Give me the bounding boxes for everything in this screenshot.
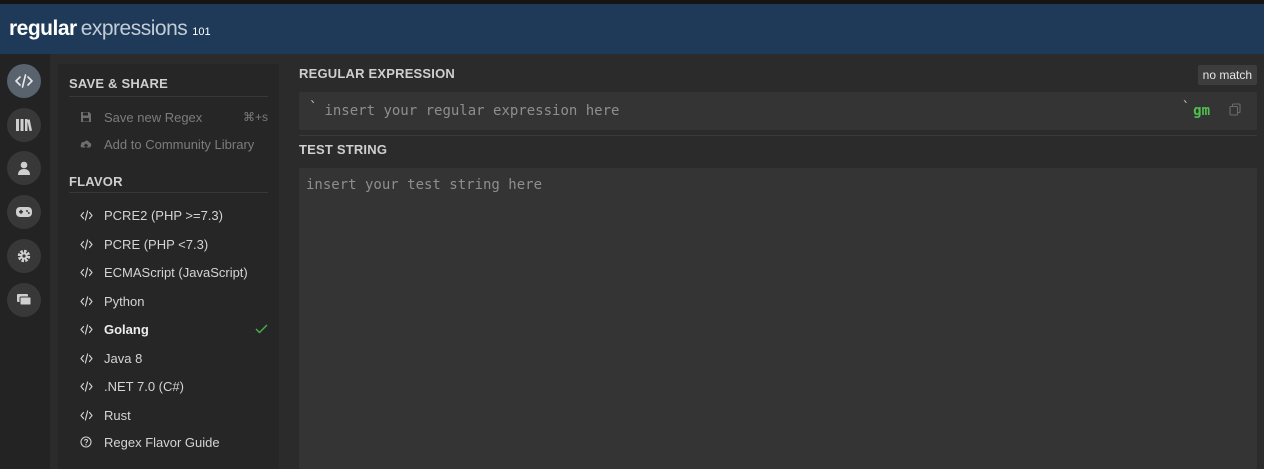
flavor-item-label: Java 8 (104, 350, 143, 366)
account-button[interactable] (7, 151, 41, 185)
save-shortcut: ⌘+s (242, 110, 268, 124)
save-share-title: SAVE & SHARE (69, 76, 168, 91)
gamepad-icon (15, 205, 33, 219)
regex-open-delimiter: ` (309, 100, 318, 116)
flavor-item-label: ECMAScript (JavaScript) (104, 264, 248, 280)
flavor-item-label: PCRE2 (PHP >=7.3) (104, 207, 223, 223)
chat-button[interactable] (7, 283, 41, 317)
check-icon (255, 322, 268, 337)
flavor-item[interactable]: PCRE2 (PHP >=7.3) (78, 204, 268, 226)
flavor-item[interactable]: Python (78, 290, 268, 312)
regex-flags-button[interactable]: gm (1193, 103, 1210, 119)
save-regex-button[interactable]: Save new Regex ⌘+s (78, 106, 268, 128)
add-to-community-button[interactable]: Add to Community Library (78, 133, 268, 155)
flavor-item[interactable]: Rust (78, 404, 268, 426)
top-bar: regular expressions 101 (0, 0, 1264, 54)
code-icon (78, 322, 94, 336)
flavor-item[interactable]: Golang (78, 318, 268, 340)
code-icon (78, 379, 94, 393)
flavor-title: FLAVOR (69, 174, 123, 189)
add-to-community-label: Add to Community Library (104, 136, 255, 152)
match-status-badge: no match (1197, 65, 1257, 85)
flavor-item-label: Golang (104, 321, 149, 337)
code-icon (78, 408, 94, 422)
code-icon (78, 265, 94, 279)
code-icon (78, 294, 94, 308)
user-icon (16, 160, 32, 176)
code-icon (78, 237, 94, 251)
flavor-item-label: Rust (104, 407, 131, 423)
app-logo[interactable]: regular expressions 101 (9, 17, 211, 41)
regex-label: REGULAR EXPRESSION (299, 66, 456, 81)
flavor-item[interactable]: PCRE (PHP <7.3) (78, 233, 268, 255)
save-regex-label: Save new Regex (104, 109, 203, 125)
regex-input[interactable] (324, 96, 1182, 126)
regex-flavor-guide-link[interactable]: Regex Flavor Guide (78, 431, 268, 453)
flavor-item[interactable]: Java 8 (78, 347, 268, 369)
logo-word-expressions: expressions (80, 17, 188, 40)
section-divider (299, 135, 1257, 136)
copy-regex-button[interactable] (1228, 102, 1242, 120)
regex-editor-button[interactable] (7, 64, 41, 98)
save-icon (78, 110, 94, 124)
code-icon (78, 208, 94, 222)
test-string-label: TEST STRING (299, 142, 388, 157)
cloud-upload-icon (78, 137, 94, 151)
copy-icon (1229, 102, 1241, 120)
logo-word-regular: regular (9, 17, 77, 40)
code-icon (15, 73, 33, 89)
main-editor: REGULAR EXPRESSION no match ` ` gm TEST … (288, 54, 1264, 469)
chat-icon (16, 292, 32, 308)
flavor-item-label: .NET 7.0 (C#) (104, 378, 184, 394)
regex-editor: ` ` gm (299, 92, 1257, 130)
section-divider (69, 96, 268, 97)
side-panel: SAVE & SHARE Save new Regex ⌘+s Add to C… (58, 64, 279, 469)
flavor-item-label: Python (104, 293, 145, 309)
settings-button[interactable] (7, 239, 41, 273)
help-circle-icon (78, 435, 94, 449)
regex-flavor-guide-label: Regex Flavor Guide (104, 434, 220, 450)
library-icon (15, 117, 33, 133)
gear-icon (16, 248, 32, 264)
flavor-item[interactable]: .NET 7.0 (C#) (78, 375, 268, 397)
icon-sidebar (0, 54, 50, 469)
code-icon (78, 351, 94, 365)
flavor-item[interactable]: ECMAScript (JavaScript) (78, 261, 268, 283)
flavor-item-label: PCRE (PHP <7.3) (104, 236, 209, 252)
logo-suffix: 101 (192, 26, 211, 38)
section-divider (69, 192, 268, 193)
quiz-button[interactable] (7, 195, 41, 229)
regex-close-delimiter: ` (1181, 100, 1191, 116)
library-button[interactable] (7, 108, 41, 142)
test-string-input[interactable] (299, 168, 1257, 469)
